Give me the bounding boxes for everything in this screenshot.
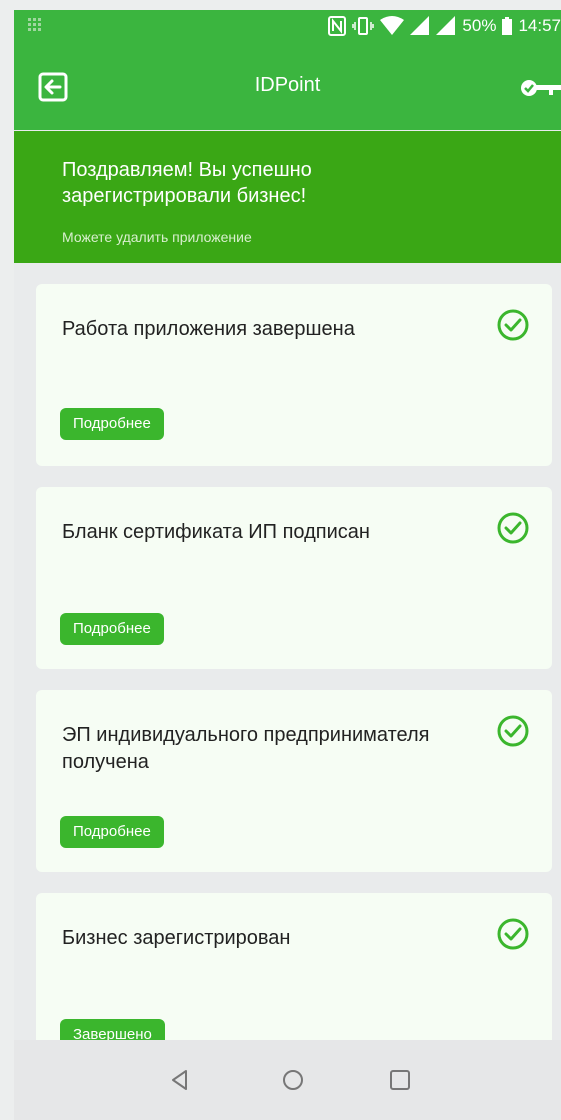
details-button[interactable]: Подробнее	[60, 816, 164, 848]
clock: 14:57	[518, 16, 561, 35]
card-title: Бизнес зарегистрирован	[62, 927, 291, 949]
card-title: ЭП индивидуального предпринимателя получ…	[62, 724, 430, 773]
signal-icon-2	[436, 16, 456, 35]
banner-title: Поздравляем! Вы успешно зарегистрировали…	[62, 159, 312, 207]
app-bar: IDPoint	[14, 42, 561, 130]
step-card: ЭП индивидуального предпринимателя получ…	[36, 690, 552, 872]
key-icon[interactable]	[519, 78, 561, 98]
app-grid-icon	[28, 18, 41, 31]
card-title: Работа приложения завершена	[62, 318, 355, 340]
details-button[interactable]: Подробнее	[60, 613, 164, 645]
wifi-icon	[380, 16, 405, 35]
app-title: IDPoint	[254, 74, 321, 96]
status-bar: 50% 14:57	[14, 10, 561, 42]
check-circle-icon	[497, 715, 529, 747]
step-card: Работа приложения завершена Подробнее	[36, 284, 552, 466]
recents-square-icon[interactable]	[386, 1066, 414, 1094]
navigation-bar	[14, 1040, 561, 1120]
nfc-icon	[328, 16, 347, 36]
check-circle-icon	[497, 918, 529, 950]
success-banner: Поздравляем! Вы успешно зарегистрировали…	[14, 131, 561, 263]
back-triangle-icon[interactable]	[166, 1066, 194, 1094]
battery-icon	[502, 17, 513, 35]
details-button[interactable]: Подробнее	[60, 408, 164, 440]
card-title: Бланк сертификата ИП подписан	[62, 521, 370, 543]
step-card: Бланк сертификата ИП подписан Подробнее	[36, 487, 552, 669]
banner-subtitle: Можете удалить приложение	[62, 229, 252, 245]
check-circle-icon	[497, 512, 529, 544]
signal-icon	[410, 16, 430, 35]
app-screen: 50% 14:57 IDPoint Поздравляем! Вы успешн…	[14, 10, 561, 1120]
home-circle-icon[interactable]	[279, 1066, 307, 1094]
vibrate-icon	[352, 17, 375, 35]
check-circle-icon	[497, 309, 529, 341]
battery-percent: 50%	[462, 16, 497, 35]
